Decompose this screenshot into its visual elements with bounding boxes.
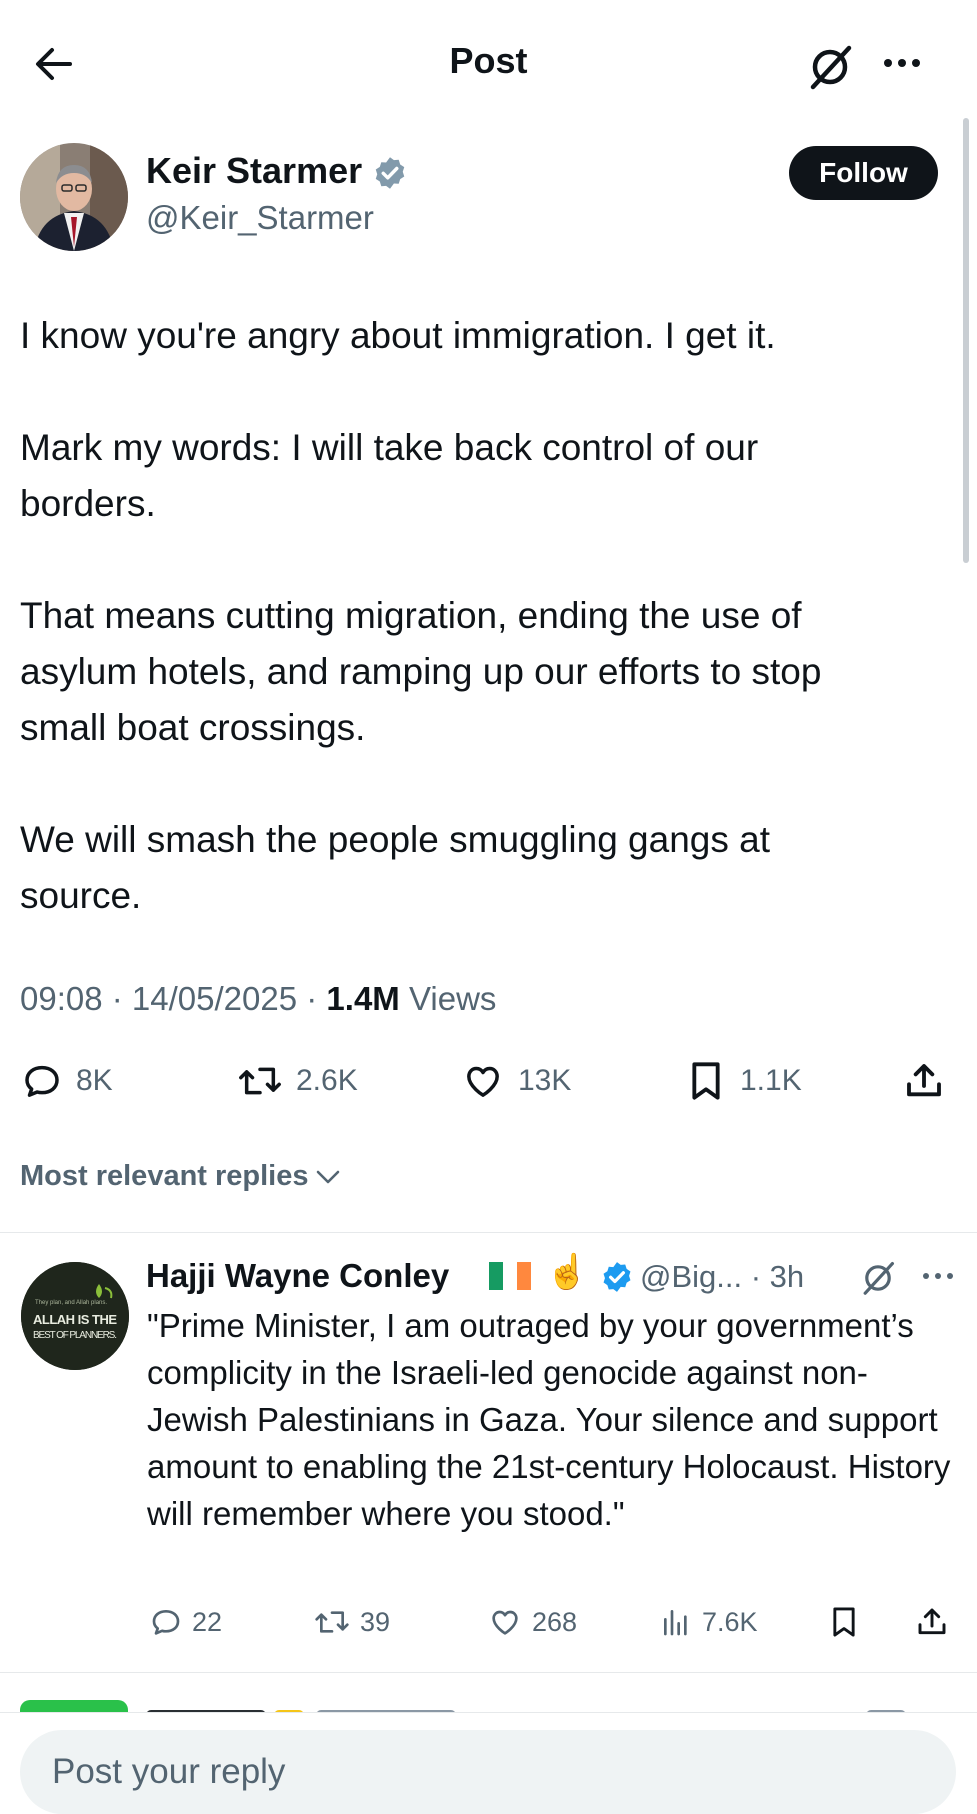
author-name[interactable]: Keir Starmer [146,150,362,192]
verified-badge-icon [372,155,408,191]
divider [0,1672,977,1673]
post-date: 14/05/2025 [131,980,298,1017]
reply-avatar[interactable]: They plan, and Allah plans. ALLAH IS THE… [21,1262,129,1370]
scrollbar[interactable] [963,118,969,563]
verified-badge-icon [600,1260,634,1294]
repost-count: 2.6K [296,1064,358,1097]
chevron-down-icon [316,1170,339,1183]
bookmark-count: 1.1K [740,1064,802,1097]
share-icon [907,1064,941,1097]
heart-icon [467,1066,499,1097]
like-button[interactable]: 13K [462,1056,571,1106]
pointing-finger-emoji: ☝️ [546,1253,589,1291]
share-button[interactable] [904,1056,958,1106]
more-options-icon[interactable] [880,48,924,78]
reply-author-name[interactable]: Hajji Wayne Conley [146,1257,449,1295]
reply-reply-button[interactable]: 22 [150,1602,222,1642]
views-chart-icon [664,1610,687,1636]
post-paragraph: I know you're angry about immigration. I… [20,315,776,356]
like-count: 13K [518,1064,572,1097]
reply-like-count: 268 [532,1606,578,1637]
reply-views-button[interactable]: 7.6K [660,1602,758,1642]
irish-flag-icon [489,1262,531,1290]
reply-like-button[interactable]: 268 [488,1602,577,1642]
post-text: I know you're angry about immigration. I… [20,308,955,924]
divider [0,1232,977,1233]
reply-bookmark-button[interactable] [828,1602,870,1642]
reply-time: · 3h [750,1259,805,1294]
reply-repost-count: 39 [360,1606,391,1637]
grok-icon[interactable] [805,42,855,92]
grok-icon[interactable] [858,1258,898,1298]
reply-avatar-small-text: They plan, and Allah plans. [35,1300,107,1306]
reply-views-count: 7.6K [702,1606,758,1637]
post-paragraph: Mark my words: I will take back control … [20,427,759,524]
replies-sort-label: Most relevant replies [20,1160,309,1192]
bookmark-button[interactable]: 1.1K [686,1056,802,1106]
reply-avatar-big-text-2: BEST OF PLANNERS. [33,1330,117,1341]
reply-input[interactable] [50,1748,914,1796]
reply-share-button[interactable] [916,1602,958,1642]
repost-icon [239,1067,281,1095]
reply-repost-button[interactable]: 39 [314,1602,390,1642]
reply-reply-count: 22 [192,1606,223,1637]
repost-button[interactable]: 2.6K [238,1056,358,1106]
reply-composer[interactable] [20,1730,956,1814]
views-label: Views [408,980,497,1017]
reply-handle-time[interactable]: @Big... · 3h [640,1259,804,1295]
reply-text: "Prime Minister, I am outraged by your g… [147,1307,951,1532]
repost-icon [315,1611,349,1633]
bookmark-icon [833,1607,855,1637]
heart-icon [492,1610,518,1635]
reply-icon [152,1610,180,1635]
share-icon [918,1608,946,1635]
post-paragraph: That means cutting migration, ending the… [20,595,822,748]
post-meta: 09:08 · 14/05/2025 · 1.4M Views [20,980,497,1017]
post-paragraph: We will smash the people smuggling gangs… [20,819,771,916]
follow-button[interactable]: Follow [789,146,938,200]
author-avatar[interactable] [20,143,128,251]
views-count[interactable]: 1.4M [326,980,399,1017]
post-time: 09:08 [20,980,103,1017]
replies-sort-dropdown[interactable]: Most relevant replies [20,1160,341,1193]
author-handle[interactable]: @Keir_Starmer [146,199,374,237]
reply-count: 8K [76,1064,113,1097]
reply-handle[interactable]: @Big... [640,1259,742,1294]
reply-button[interactable]: 8K [22,1056,113,1106]
reply-icon [25,1065,59,1097]
reply-avatar-big-text-1: ALLAH IS THE [33,1312,117,1327]
more-options-icon[interactable] [920,1266,956,1286]
bookmark-icon [692,1062,720,1100]
